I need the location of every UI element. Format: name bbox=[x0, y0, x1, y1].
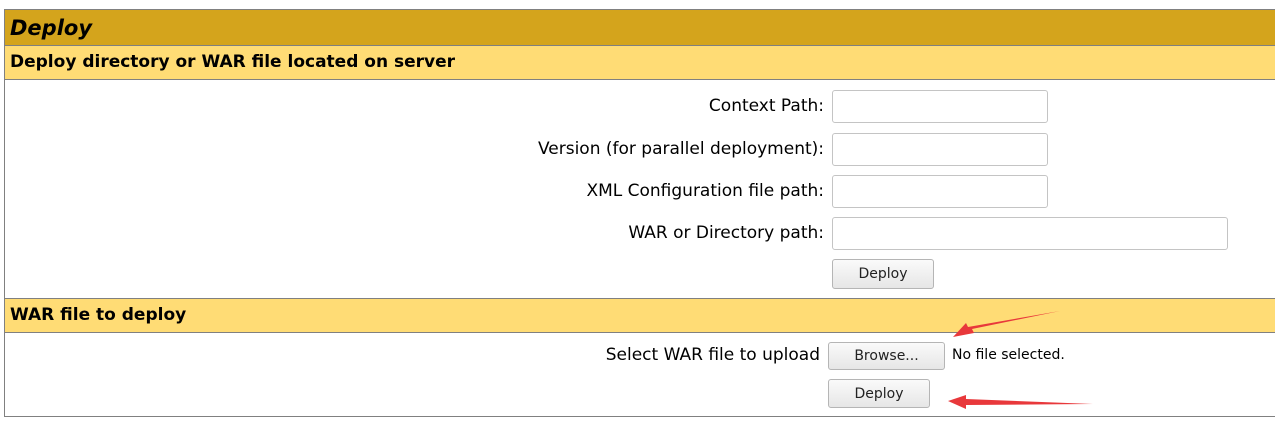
arrow-to-browse-icon bbox=[953, 311, 1060, 337]
annotation-arrow-icons bbox=[948, 311, 1093, 409]
arrow-to-deploy-icon bbox=[948, 395, 1093, 409]
